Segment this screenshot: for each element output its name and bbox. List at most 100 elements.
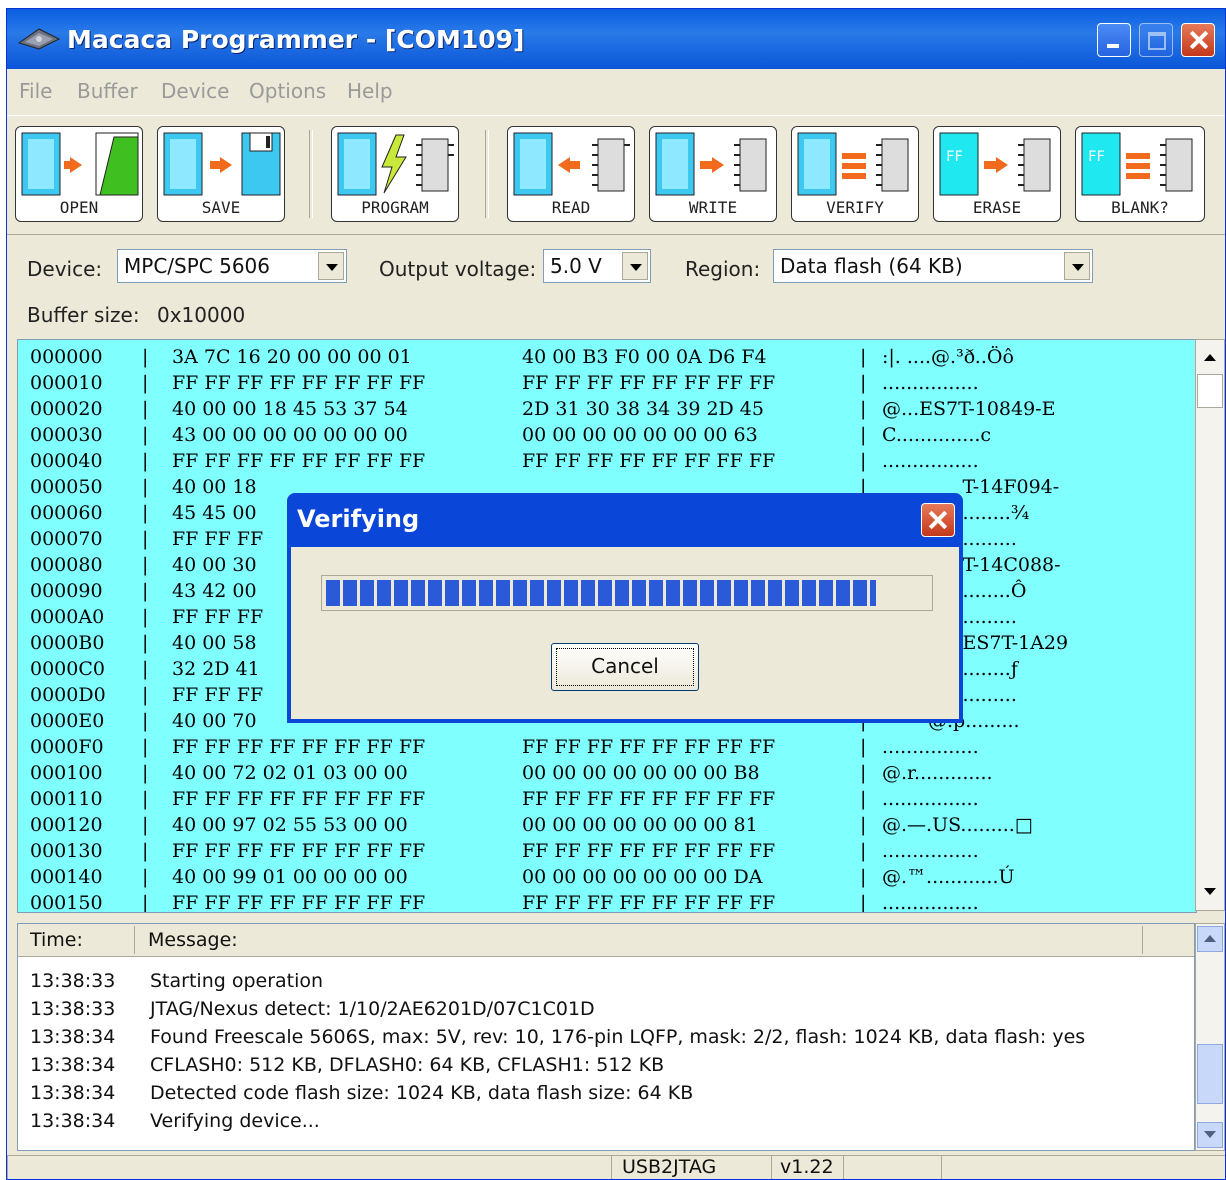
chevron-down-icon[interactable] (622, 252, 648, 280)
scroll-down-icon[interactable] (1196, 878, 1224, 906)
buffer-size-value: 0x10000 (157, 303, 246, 327)
separator: | (142, 840, 149, 862)
region-select[interactable]: Data flash (64 KB) (773, 249, 1093, 283)
column-divider (134, 926, 135, 954)
separator: | (142, 606, 149, 628)
svg-text:FF: FF (1088, 149, 1105, 165)
menu-options[interactable]: Options (249, 79, 326, 103)
blank-check-icon: FF (1081, 132, 1193, 196)
hex-ascii: @...ES7T-10849-E (882, 398, 1056, 420)
separator: | (860, 788, 867, 810)
hex-bytes-low: 3A 7C 16 20 00 00 00 01 (172, 346, 412, 368)
buffer-size-label: Buffer size: (27, 303, 140, 327)
hex-address: 000060 (30, 502, 103, 524)
hex-address: 000050 (30, 476, 103, 498)
hex-ascii: ........¾ (962, 502, 1030, 524)
hex-ascii: ........Ô (962, 580, 1027, 602)
status-bar: USB2JTAG v1.22 (7, 1155, 1225, 1179)
hex-ascii: T-14F094- (962, 476, 1060, 498)
hex-bytes-low: 43 42 00 (172, 580, 257, 602)
hex-ascii: ................ (882, 840, 979, 862)
menu-buffer[interactable]: Buffer (77, 79, 138, 103)
separator: | (142, 632, 149, 654)
separator: | (142, 580, 149, 602)
log-message: Detected code flash size: 1024 KB, data … (150, 1082, 694, 1104)
scroll-thumb[interactable] (1197, 1044, 1223, 1104)
status-panel (7, 1155, 611, 1179)
device-select[interactable]: MPC/SPC 5606 (117, 249, 347, 283)
separator: | (142, 346, 149, 368)
close-button[interactable] (1181, 23, 1215, 57)
save-button[interactable]: SAVE (157, 126, 285, 222)
toolbar-separator (309, 130, 313, 218)
hex-address: 000080 (30, 554, 103, 576)
scroll-thumb[interactable] (1197, 374, 1223, 408)
scroll-up-icon[interactable] (1196, 344, 1224, 372)
erase-button[interactable]: FF ERASE (933, 126, 1061, 222)
hex-bytes-high: FF FF FF FF FF FF FF FF (522, 450, 776, 472)
progress-bar (321, 575, 933, 611)
hex-ascii: ........ƒ (962, 658, 1018, 680)
separator: | (142, 788, 149, 810)
open-icon (21, 132, 139, 196)
hex-bytes-high: FF FF FF FF FF FF FF FF (522, 372, 776, 394)
hex-ascii: ................ (882, 450, 979, 472)
menu-bar: File Buffer Device Options Help (7, 69, 1225, 115)
minimize-button[interactable] (1097, 23, 1131, 57)
hex-bytes-low: FF FF FF (172, 606, 264, 628)
log-time: 13:38:34 (30, 1082, 116, 1104)
hex-ascii: @.r............. (882, 762, 993, 784)
cancel-button[interactable]: Cancel (551, 643, 699, 691)
separator: | (142, 866, 149, 888)
open-button[interactable]: OPEN (15, 126, 143, 222)
hex-scrollbar[interactable] (1195, 339, 1225, 911)
log-message: CFLASH0: 512 KB, DFLASH0: 64 KB, CFLASH1… (150, 1054, 665, 1076)
program-button[interactable]: PROGRAM (331, 126, 459, 222)
hex-ascii: ......... (962, 684, 1017, 706)
maximize-button[interactable] (1139, 23, 1173, 57)
hex-address: 0000D0 (30, 684, 106, 706)
hex-bytes-high: 40 00 B3 F0 00 0A D6 F4 (522, 346, 767, 368)
separator: | (142, 398, 149, 420)
log-scrollbar[interactable] (1195, 923, 1225, 1151)
chip-app-icon (17, 28, 61, 50)
hex-ascii: @.™............Ú (882, 866, 1015, 888)
separator: | (142, 476, 149, 498)
chevron-down-icon[interactable] (318, 252, 344, 280)
separator: | (860, 892, 867, 913)
hex-bytes-high: 2D 31 30 38 34 39 2D 45 (522, 398, 764, 420)
hex-ascii: T-14C088- (962, 554, 1061, 576)
blank-check-button[interactable]: FF BLANK? (1075, 126, 1205, 222)
separator: | (860, 450, 867, 472)
read-button[interactable]: READ (507, 126, 635, 222)
verify-button[interactable]: VERIFY (791, 126, 919, 222)
separator: | (860, 866, 867, 888)
hex-ascii: :|. ....@.³ð..Öô (882, 346, 1014, 368)
menu-file[interactable]: File (19, 79, 52, 103)
voltage-select[interactable]: 5.0 V (543, 249, 651, 283)
hex-ascii: ................ (882, 788, 979, 810)
col-time-header[interactable]: Time: (30, 929, 83, 951)
col-message-header[interactable]: Message: (148, 929, 238, 951)
scroll-down-icon[interactable] (1197, 1122, 1223, 1148)
hex-bytes-low: 40 00 30 (172, 554, 257, 576)
hex-bytes-low: 45 45 00 (172, 502, 257, 524)
dialog-close-button[interactable] (921, 503, 955, 537)
hex-ascii: @.—.US.........□ (882, 814, 1033, 836)
hex-bytes-low: 40 00 97 02 55 53 00 00 (172, 814, 408, 836)
separator: | (142, 450, 149, 472)
chevron-down-icon[interactable] (1064, 252, 1090, 280)
scroll-up-icon[interactable] (1197, 926, 1223, 952)
hex-address: 0000C0 (30, 658, 105, 680)
title-bar[interactable]: Macaca Programmer - [COM109] (7, 9, 1225, 69)
svg-text:FF: FF (946, 149, 963, 165)
menu-device[interactable]: Device (161, 79, 229, 103)
write-label: WRITE (688, 198, 738, 217)
menu-help[interactable]: Help (347, 79, 393, 103)
window-title: Macaca Programmer - [COM109] (67, 25, 525, 54)
write-button[interactable]: WRITE (649, 126, 777, 222)
hex-bytes-low: FF FF FF FF FF FF FF FF (172, 372, 426, 394)
hex-bytes-low: 40 00 72 02 01 03 00 00 (172, 762, 408, 784)
hex-address: 000070 (30, 528, 103, 550)
message-log[interactable]: Time: Message: 13:38:33 Starting operatio… (17, 923, 1195, 1151)
